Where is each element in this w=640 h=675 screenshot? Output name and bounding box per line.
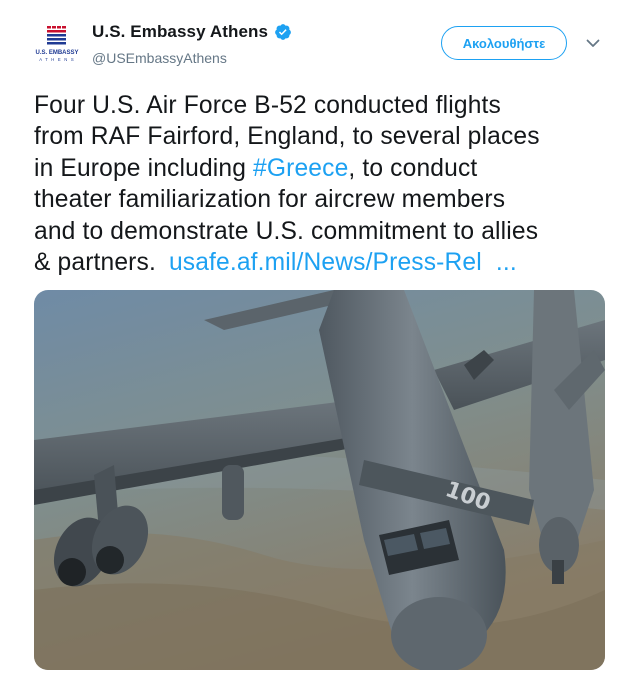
avatar-caption: U.S. EMBASSY bbox=[35, 50, 78, 56]
tweet-text: Four U.S. Air Force B-52 conducted fligh… bbox=[34, 90, 614, 278]
tweet-card: U.S. EMBASSY A T H E N S U.S. Embassy At… bbox=[0, 0, 640, 675]
embassy-logo-icon: U.S. EMBASSY A T H E N S bbox=[35, 26, 79, 62]
tweet-text-fragment: in Europe including bbox=[34, 154, 254, 182]
tweet-header: U.S. EMBASSY A T H E N S U.S. Embassy At… bbox=[0, 0, 640, 88]
tweet-text-line: theater familiarization for aircrew memb… bbox=[34, 186, 506, 214]
hashtag-link[interactable]: #Greece bbox=[253, 155, 348, 182]
tweet-text-fragment: & partners. bbox=[34, 249, 156, 277]
svg-text:A T H E N S: A T H E N S bbox=[39, 57, 75, 62]
tweet-text-line: in Europe including #Greece, to conduct bbox=[34, 153, 614, 184]
chevron-down-icon[interactable] bbox=[584, 34, 602, 52]
avatar[interactable]: U.S. EMBASSY A T H E N S bbox=[34, 22, 80, 68]
follow-button[interactable]: Ακολουθήστε bbox=[441, 26, 567, 60]
tweet-text-line: & partners. usafe.af.mil/News/Press-Rel.… bbox=[34, 247, 614, 278]
link-text: usafe.af.mil/News/Press-Rel bbox=[168, 249, 482, 277]
b52-aircraft-photo: 100 bbox=[34, 290, 605, 670]
verified-badge-icon bbox=[275, 24, 291, 40]
external-link[interactable]: usafe.af.mil/News/Press-Rel... bbox=[169, 249, 517, 276]
handle[interactable]: @USEmbassyAthens bbox=[92, 50, 227, 66]
tweet-text-fragment: , to conduct bbox=[348, 154, 478, 182]
link-ellipsis: ... bbox=[495, 249, 517, 277]
name-row: U.S. Embassy Athens bbox=[92, 22, 292, 42]
tweet-photo[interactable]: 100 bbox=[34, 290, 605, 670]
tweet-text-line: and to demonstrate U.S. commitment to al… bbox=[34, 217, 539, 245]
tweet-text-line: Four U.S. Air Force B-52 conducted fligh… bbox=[34, 92, 501, 119]
tweet-text-line: from RAF Fairford, England, to several p… bbox=[34, 123, 540, 151]
display-name[interactable]: U.S. Embassy Athens bbox=[92, 22, 268, 42]
